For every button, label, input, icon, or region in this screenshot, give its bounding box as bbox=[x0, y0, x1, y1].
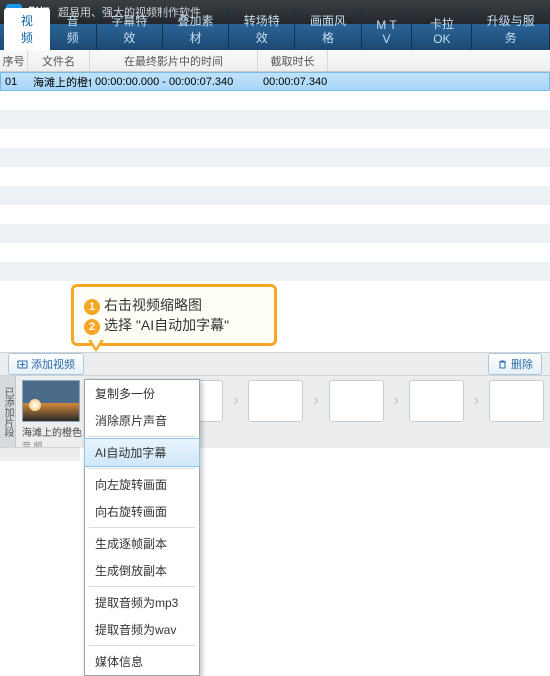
empty-slot[interactable] bbox=[248, 380, 303, 422]
ctx-rotate-right[interactable]: 向右旋转画面 bbox=[85, 498, 199, 525]
tab-transition[interactable]: 转场特效 bbox=[229, 8, 295, 50]
ctx-extract-wav[interactable]: 提取音频为wav bbox=[85, 616, 199, 643]
ctx-rotate-left[interactable]: 向左旋转画面 bbox=[85, 471, 199, 498]
empty-slot[interactable] bbox=[489, 380, 544, 422]
col-filename: 文件名 bbox=[28, 50, 90, 71]
ctx-extract-mp3[interactable]: 提取音频为mp3 bbox=[85, 589, 199, 616]
ctx-frame-copy[interactable]: 生成逐帧副本 bbox=[85, 530, 199, 557]
table-row[interactable] bbox=[0, 186, 550, 205]
context-menu: 复制多一份 消除原片声音 AI自动加字幕 向左旋转画面 向右旋转画面 生成逐帧副… bbox=[84, 379, 200, 676]
menu-separator bbox=[89, 468, 195, 469]
col-index: 序号 bbox=[0, 50, 28, 71]
empty-slot[interactable] bbox=[329, 380, 384, 422]
bottom-strip bbox=[0, 447, 80, 461]
trash-icon bbox=[497, 359, 508, 370]
menu-separator bbox=[89, 586, 195, 587]
table-row[interactable] bbox=[0, 262, 550, 281]
col-time: 在最终影片中的时间 bbox=[90, 50, 258, 71]
delete-button[interactable]: 删除 bbox=[488, 353, 542, 375]
step1-text: 右击视频缩略图 bbox=[104, 297, 202, 313]
table-row[interactable] bbox=[0, 205, 550, 224]
chevron-right-icon: › bbox=[470, 380, 483, 422]
table-row[interactable] bbox=[0, 224, 550, 243]
chevron-right-icon: › bbox=[229, 380, 242, 422]
tab-mtv[interactable]: M T V bbox=[362, 14, 413, 50]
plus-icon bbox=[17, 359, 28, 370]
cell-name: 海滩上的橙色.. bbox=[29, 74, 91, 90]
clip-thumbnail[interactable]: 海滩上的橙色.. 音 频 bbox=[22, 380, 82, 448]
ctx-media-info[interactable]: 媒体信息 bbox=[85, 648, 199, 675]
add-video-button[interactable]: 添加视频 bbox=[8, 353, 84, 375]
thumbnail-image bbox=[22, 380, 80, 422]
table-row[interactable] bbox=[0, 148, 550, 167]
step2-text: 选择 "AI自动加字幕" bbox=[104, 317, 229, 333]
timeline-label: 已添加片段 bbox=[0, 376, 16, 448]
step-badge: 2 bbox=[84, 319, 100, 335]
table-row[interactable] bbox=[0, 110, 550, 129]
column-header: 序号 文件名 在最终影片中的时间 截取时长 bbox=[0, 50, 550, 72]
clip-list: 01 海滩上的橙色.. 00:00:00.000 - 00:00:07.340 … bbox=[0, 72, 550, 300]
chevron-right-icon: › bbox=[390, 380, 403, 422]
instruction-callout: 1右击视频缩略图 2选择 "AI自动加字幕" bbox=[71, 284, 277, 346]
menu-separator bbox=[89, 436, 195, 437]
table-row[interactable] bbox=[0, 243, 550, 262]
main-tabbar: 视 频 音 频 字幕特效 叠加素材 转场特效 画面风格 M T V 卡拉OK 升… bbox=[0, 24, 550, 50]
cell-index: 01 bbox=[1, 76, 29, 88]
tab-audio[interactable]: 音 频 bbox=[50, 8, 97, 50]
table-row[interactable] bbox=[0, 167, 550, 186]
table-row[interactable] bbox=[0, 91, 550, 110]
menu-separator bbox=[89, 645, 195, 646]
tab-overlay[interactable]: 叠加素材 bbox=[163, 8, 229, 50]
step-badge: 1 bbox=[84, 299, 100, 315]
table-row[interactable]: 01 海滩上的橙色.. 00:00:00.000 - 00:00:07.340 … bbox=[0, 72, 550, 91]
callout-tail bbox=[90, 338, 102, 348]
menu-separator bbox=[89, 527, 195, 528]
tab-karaoke[interactable]: 卡拉OK bbox=[412, 11, 472, 50]
ctx-reverse-copy[interactable]: 生成倒放副本 bbox=[85, 557, 199, 584]
ctx-mute-original[interactable]: 消除原片声音 bbox=[85, 407, 199, 434]
empty-slot[interactable] bbox=[409, 380, 464, 422]
tab-video[interactable]: 视 频 bbox=[4, 8, 50, 50]
tab-subtitle[interactable]: 字幕特效 bbox=[97, 8, 163, 50]
tab-upgrade[interactable]: 升级与服务 bbox=[472, 8, 550, 50]
cell-time: 00:00:00.000 - 00:00:07.340 bbox=[91, 76, 259, 88]
cell-dur: 00:00:07.340 bbox=[259, 76, 329, 88]
ctx-ai-subtitle[interactable]: AI自动加字幕 bbox=[84, 438, 200, 467]
ctx-copy[interactable]: 复制多一份 bbox=[85, 380, 199, 407]
timeline-toolbar: 添加视频 删除 bbox=[0, 352, 550, 376]
table-row[interactable] bbox=[0, 129, 550, 148]
thumbnail-name: 海滩上的橙色.. bbox=[22, 424, 82, 439]
chevron-right-icon: › bbox=[309, 380, 322, 422]
timeline: 已添加片段 海滩上的橙色.. 音 频 › › › › › bbox=[0, 376, 550, 448]
col-duration: 截取时长 bbox=[258, 50, 328, 71]
tab-style[interactable]: 画面风格 bbox=[295, 8, 361, 50]
